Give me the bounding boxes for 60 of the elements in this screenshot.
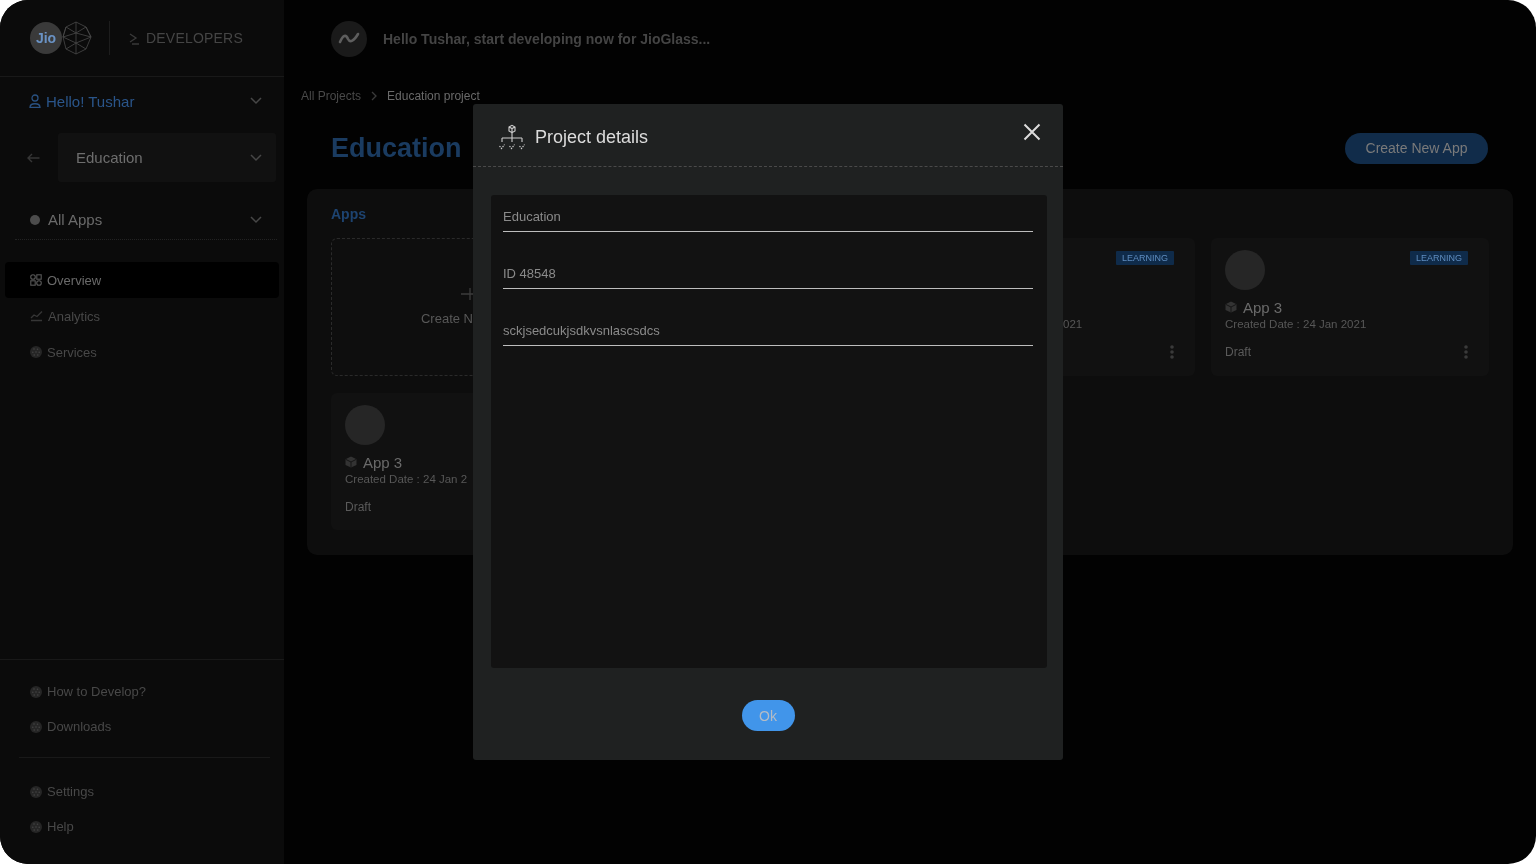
nav-item[interactable]: Downloads [5,709,279,744]
dialog-title: Project details [535,126,650,148]
hierarchy-icon [498,124,526,150]
nav-item[interactable]: Overview [5,262,279,298]
terminal-prompt-icon [129,31,140,45]
text-field[interactable]: sckjsedcukjsdkvsnlascsdcs [503,321,1033,346]
dotted-circle-icon [30,685,42,698]
kebab-menu-icon[interactable] [1464,345,1468,359]
breadcrumb-link[interactable]: Education project [387,89,480,103]
app-card[interactable]: App 3 Created Date : 24 Jan 2 Draft [331,393,473,530]
nav-item[interactable]: Help [5,809,279,844]
chevron-down-icon [250,153,262,162]
created-date: Created Date : 24 Jan 2 [345,473,468,485]
user-menu-button[interactable]: Hello! Tushar [0,87,284,115]
category-tag: LEARNING [1410,251,1468,265]
chevron-down-icon [250,97,262,105]
circle-icon [30,214,40,225]
swoosh-logo-icon [331,20,367,57]
created-date: Created Date : 24 Jan 2021 [1225,318,1367,330]
plus-icon[interactable] [461,288,473,300]
cube-icon [345,456,357,468]
logo-mark[interactable]: Jio [30,22,62,54]
dotted-circle-icon [30,720,42,733]
create-app-button[interactable]: Create New App [1345,132,1488,164]
text-field[interactable]: Education [503,207,1033,232]
section-title: Apps [331,206,366,222]
status-label: Draft [345,500,371,514]
created-date: 021 [1063,318,1083,330]
close-icon [1023,123,1041,141]
cube-icon [1225,301,1237,313]
breadcrumb-link[interactable]: All Projects [301,89,362,103]
app-filter-dropdown[interactable]: All Apps [15,200,277,240]
page-title: Education [331,132,462,164]
app-name: App 3 [1243,298,1283,316]
shapes-grid-icon [30,274,42,286]
user-icon [29,94,41,108]
app-card[interactable]: LEARNING App 3 Created Date : 24 Jan 2021 Draft [1211,238,1489,376]
section-label: DEVELOPERS [146,30,243,46]
nav-item[interactable]: Services [5,334,279,370]
app-name: App 3 [363,453,403,471]
nav-item[interactable]: Analytics [5,298,279,334]
project-select[interactable]: Education [58,133,276,182]
nav-item[interactable]: Settings [5,774,279,809]
dotted-circle-icon [30,820,42,833]
app-card[interactable]: LEARNING 021 [1063,238,1195,376]
create-app-card[interactable]: Create N [331,238,473,376]
chevron-right-icon [371,91,378,101]
dotted-circle-icon [30,785,42,798]
chevron-down-icon [250,215,262,224]
text-field[interactable]: ID 48548 [503,264,1033,289]
status-label: Draft [1225,345,1251,359]
category-tag: LEARNING [1116,251,1174,265]
close-button[interactable] [1021,121,1043,143]
back-arrow-icon[interactable] [27,152,40,163]
greeting-text: Hello Tushar, start developing now for JioGlass... [383,30,711,47]
polygon-mesh-icon [62,21,92,55]
kebab-menu-icon[interactable] [1170,345,1174,359]
line-chart-icon [30,310,43,322]
dotted-circle-icon [30,346,42,358]
nav-item[interactable]: How to Develop? [5,674,279,709]
